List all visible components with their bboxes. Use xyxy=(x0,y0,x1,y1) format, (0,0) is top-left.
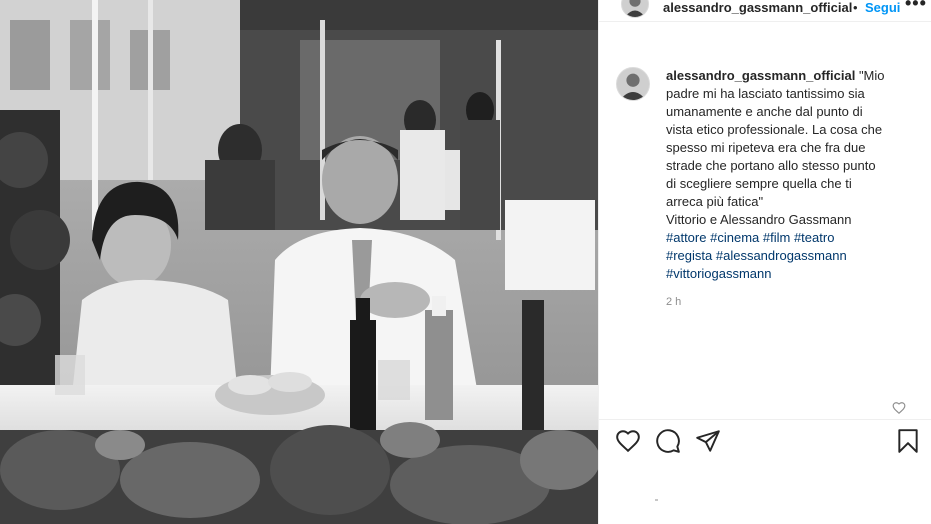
follow-button[interactable]: Segui xyxy=(865,0,905,15)
paper-plane-icon[interactable] xyxy=(695,428,721,454)
post-side-panel: alessandro_gassmann_official • Segui •••… xyxy=(598,0,931,524)
caption-line: strade che portano allo stesso punto xyxy=(666,158,876,173)
hashtag-link[interactable]: #film xyxy=(763,230,790,245)
post-actions-bar xyxy=(599,419,931,524)
caption-timestamp[interactable]: 2 h xyxy=(666,296,681,308)
caption-line: vista etico professionale. La cosa che xyxy=(666,122,883,137)
caption-line: spesso mi ripeteva era che fra due xyxy=(666,140,866,155)
divider-dot xyxy=(655,499,658,501)
hashtag-line: #vittoriogassmann xyxy=(666,265,902,283)
caption-line: di scegliere sempre quella che ti xyxy=(666,176,852,191)
more-options-icon[interactable]: ••• xyxy=(905,0,927,14)
profile-avatar-icon[interactable] xyxy=(621,0,649,18)
caption-username-link[interactable]: alessandro_gassmann_official xyxy=(666,68,855,83)
hashtag-link[interactable]: #attore xyxy=(666,230,706,245)
caption-line: Vittorio e Alessandro Gassmann xyxy=(666,212,852,227)
post-caption: alessandro_gassmann_official "Mio padre … xyxy=(666,67,902,283)
hashtag-link[interactable]: #regista xyxy=(666,248,712,263)
hashtag-link[interactable]: #teatro xyxy=(794,230,834,245)
hashtag-line: #attore #cinema #film #teatro xyxy=(666,229,902,247)
caption-line: umanamente e anche dal punto di xyxy=(666,104,863,119)
header-username-link[interactable]: alessandro_gassmann_official xyxy=(663,0,852,15)
header-separator: • xyxy=(853,0,858,15)
comments-section: alessandro_gassmann_official "Mio padre … xyxy=(599,59,931,419)
comment-bubble-icon[interactable] xyxy=(655,428,681,454)
heart-icon[interactable] xyxy=(615,428,641,454)
hashtag-link[interactable]: #cinema xyxy=(710,230,759,245)
caption-avatar-icon[interactable] xyxy=(616,67,650,101)
hashtag-link[interactable]: #vittoriogassmann xyxy=(666,266,772,281)
post-photo[interactable] xyxy=(0,0,598,524)
caption-line: "Mio xyxy=(858,68,885,83)
hashtag-link[interactable]: #alessandrogassmann xyxy=(716,248,847,263)
caption-line: padre mi ha lasciato tantissimo sia xyxy=(666,86,865,101)
bookmark-icon[interactable] xyxy=(895,428,921,454)
hashtag-line: #regista #alessandrogassmann xyxy=(666,247,902,265)
post-header: alessandro_gassmann_official • Segui ••• xyxy=(599,0,931,22)
heart-icon[interactable] xyxy=(892,401,906,415)
caption-line: arreca più fatica" xyxy=(666,194,764,209)
